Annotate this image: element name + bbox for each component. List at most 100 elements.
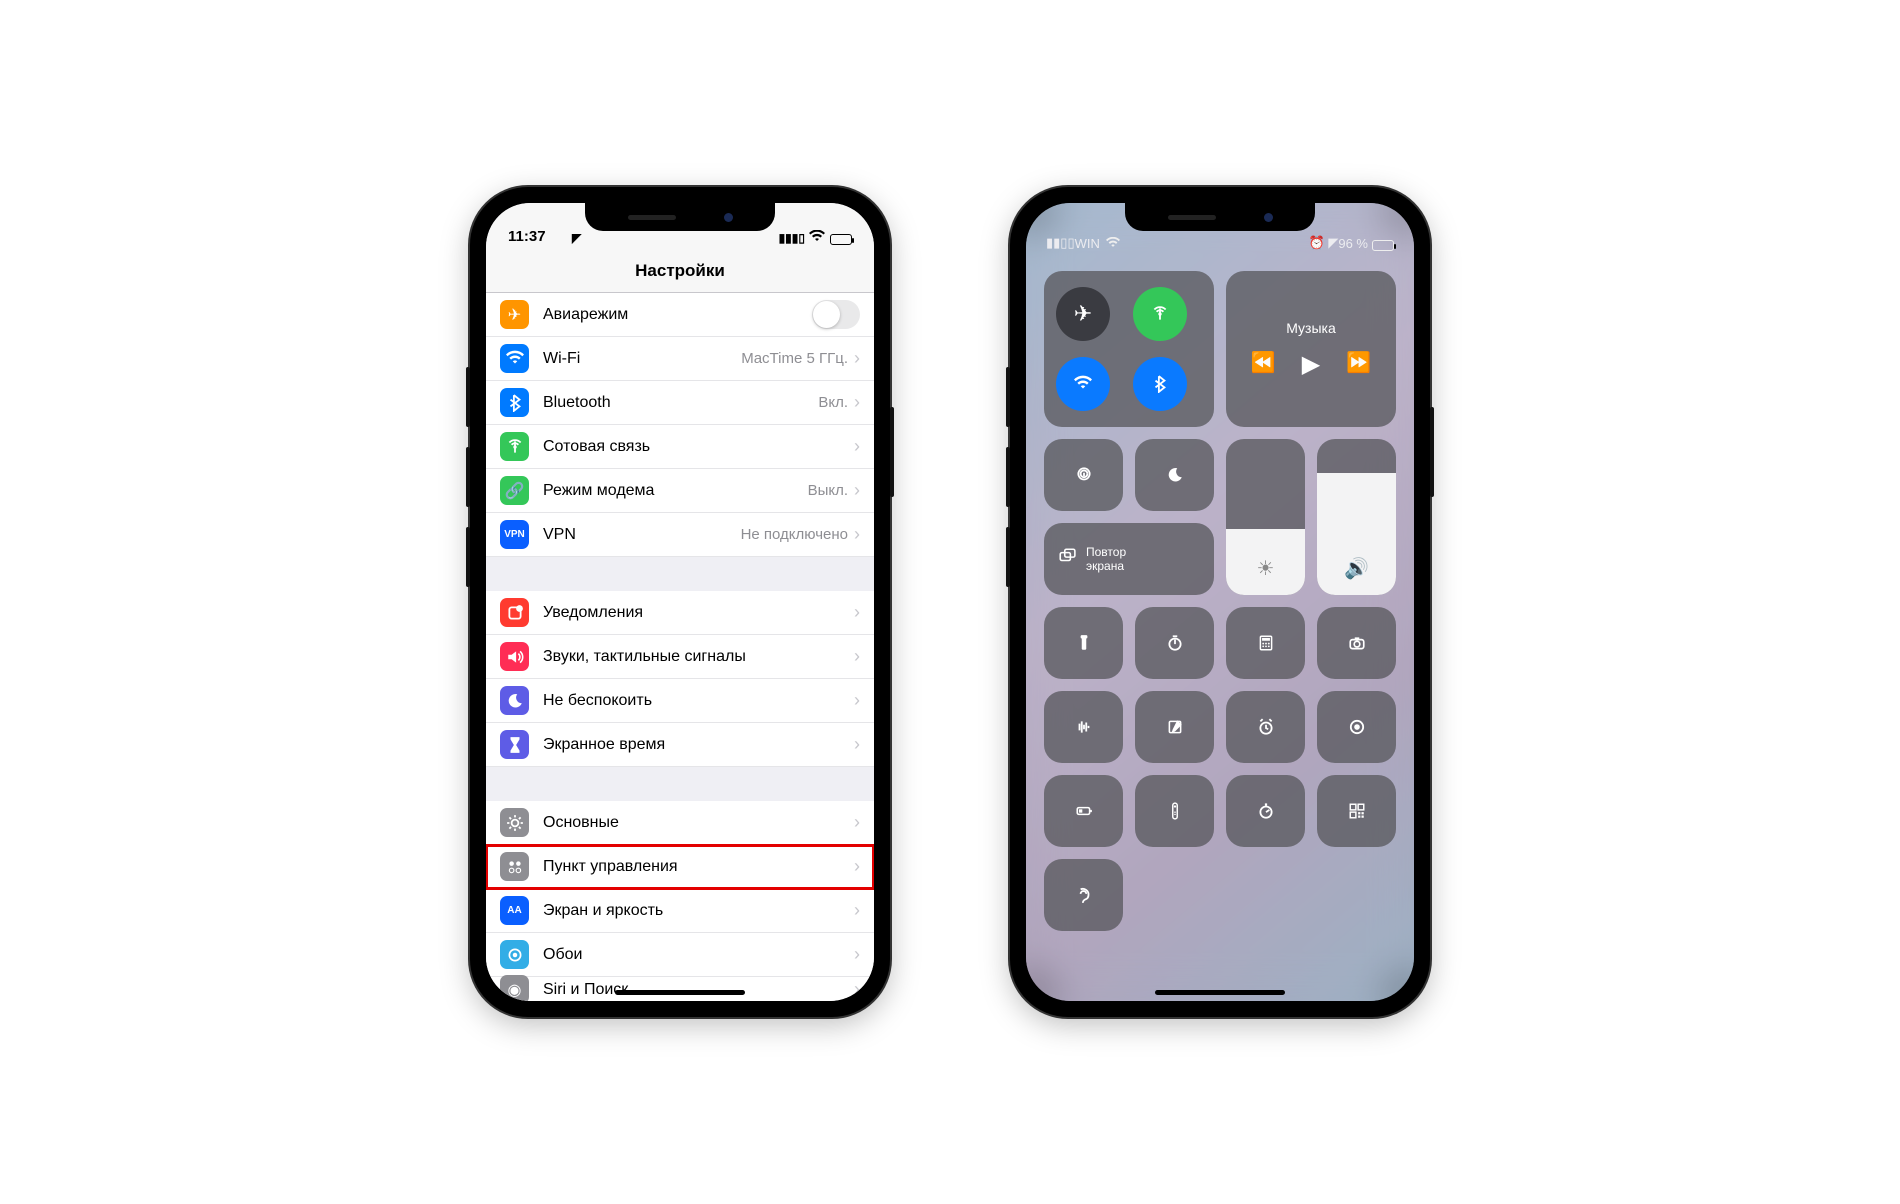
music-controls: ⏪ ▶ ⏩: [1251, 350, 1371, 379]
play-icon[interactable]: ▶: [1302, 350, 1320, 379]
connectivity-wifi-button[interactable]: [1056, 357, 1110, 411]
row-label: Звуки, тактильные сигналы: [543, 648, 854, 666]
mirror-label: Повтор экрана: [1086, 545, 1126, 574]
toggle-airplane[interactable]: [812, 300, 860, 329]
settings-row-bluetooth[interactable]: BluetoothВкл. ›: [486, 381, 874, 425]
bluetooth-icon: [500, 388, 529, 417]
home-indicator[interactable]: [1155, 990, 1285, 995]
apple-tv-remote-tile[interactable]: [1135, 775, 1214, 847]
brightness-slider[interactable]: ☀: [1226, 439, 1305, 595]
wifi-icon: [500, 344, 529, 373]
row-label: Bluetooth: [543, 394, 818, 412]
settings-row-wifi[interactable]: Wi-FiMacTime 5 ГГц.›: [486, 337, 874, 381]
chevron-right-icon: ›: [854, 812, 860, 833]
music-title: Музыка: [1286, 320, 1336, 336]
orientation-lock-tile[interactable]: [1044, 439, 1123, 511]
row-label: Wi-Fi: [543, 350, 741, 368]
chevron-right-icon: ›: [854, 734, 860, 755]
sounds-icon: [500, 642, 529, 671]
flashlight-tile[interactable]: [1044, 607, 1123, 679]
hotspot-icon: 🔗: [500, 476, 529, 505]
row-label: VPN: [543, 526, 741, 544]
do-not-disturb-tile[interactable]: [1135, 439, 1214, 511]
wallpaper-icon: [500, 940, 529, 969]
signal-icon: ▮▮▯▯: [1046, 235, 1075, 251]
settings-row-siri[interactable]: ◉Siri и Поиск›: [486, 977, 874, 1001]
wifi-status-icon: [809, 230, 825, 245]
chevron-right-icon: ›: [854, 979, 860, 1000]
control-center-grid: ✈ Музыка ⏪ ▶ ⏩ ☀ 🔊: [1026, 259, 1414, 607]
notes-tile[interactable]: [1135, 691, 1214, 763]
connectivity-airplane-button[interactable]: ✈: [1056, 287, 1110, 341]
settings-row-controlcenter[interactable]: Пункт управления›: [486, 845, 874, 889]
row-label: Режим модема: [543, 482, 808, 500]
camera-tile[interactable]: [1317, 607, 1396, 679]
mirror-icon: [1058, 547, 1076, 571]
row-value: Не подключено: [741, 526, 848, 543]
settings-row-general[interactable]: Основные›: [486, 801, 874, 845]
control-center-extra: [1026, 859, 1414, 943]
chevron-right-icon: ›: [854, 348, 860, 369]
siri-icon: ◉: [500, 975, 529, 1001]
volume-slider[interactable]: 🔊: [1317, 439, 1396, 595]
connectivity-cellular-button[interactable]: [1133, 287, 1187, 341]
control-center-screen: ▮▮▯▯ WIN ⏰ ◤ 96 % ✈ Музыка ⏪ ▶ ⏩: [1026, 203, 1414, 1001]
row-label: Не беспокоить: [543, 692, 854, 710]
row-label: Уведомления: [543, 604, 854, 622]
signal-icon: ▮▮▮▯: [779, 231, 805, 245]
phone-right: ▮▮▯▯ WIN ⏰ ◤ 96 % ✈ Музыка ⏪ ▶ ⏩: [1010, 187, 1430, 1017]
wifi-status-icon: [1106, 236, 1120, 251]
home-indicator[interactable]: [615, 990, 745, 995]
settings-list[interactable]: ✈АвиарежимWi-FiMacTime 5 ГГц.›BluetoothВ…: [486, 293, 874, 1001]
screen-record-tile[interactable]: [1317, 691, 1396, 763]
music-tile[interactable]: Музыка ⏪ ▶ ⏩: [1226, 271, 1396, 427]
chevron-right-icon: ›: [854, 602, 860, 623]
battery-text: 96 %: [1338, 236, 1368, 251]
volume-icon: 🔊: [1344, 556, 1369, 581]
row-label: Экран и яркость: [543, 902, 854, 920]
settings-row-dnd[interactable]: Не беспокоить›: [486, 679, 874, 723]
row-label: Экранное время: [543, 736, 854, 754]
control-center-small-tiles: [1026, 607, 1414, 859]
status-time: 11:37: [508, 228, 568, 245]
connectivity-tile: ✈: [1044, 271, 1214, 427]
prev-track-icon[interactable]: ⏪: [1251, 350, 1276, 379]
stopwatch-tile[interactable]: [1226, 775, 1305, 847]
settings-row-notifications[interactable]: Уведомления›: [486, 591, 874, 635]
notch: [585, 203, 775, 231]
settings-row-hotspot[interactable]: 🔗Режим модемаВыкл.›: [486, 469, 874, 513]
phone-left: 11:37 ◤ ▮▮▮▯ Настройки ✈ Авиарежим Wi-FiMa…: [470, 187, 890, 1017]
next-track-icon[interactable]: ⏩: [1346, 350, 1371, 379]
calculator-tile[interactable]: [1226, 607, 1305, 679]
location-icon: ◤: [572, 231, 581, 245]
screen-mirroring-tile[interactable]: Повтор экрана: [1044, 523, 1214, 595]
battery-icon: [830, 234, 852, 245]
low-power-tile[interactable]: [1044, 775, 1123, 847]
row-label: Обои: [543, 946, 854, 964]
page-title: Настройки: [635, 261, 725, 281]
settings-row-cellular[interactable]: Сотовая связь›: [486, 425, 874, 469]
chevron-right-icon: ›: [854, 944, 860, 965]
display-icon: AA: [500, 896, 529, 925]
hearing-tile[interactable]: [1044, 859, 1123, 931]
chevron-right-icon: ›: [854, 392, 860, 413]
settings-row-vpn[interactable]: VPNVPNНе подключено›: [486, 513, 874, 557]
settings-row-display[interactable]: AAЭкран и яркость›: [486, 889, 874, 933]
qr-scan-tile[interactable]: [1317, 775, 1396, 847]
general-icon: [500, 808, 529, 837]
voice-memo-tile[interactable]: [1044, 691, 1123, 763]
alarm-tile[interactable]: [1226, 691, 1305, 763]
settings-row-screentime[interactable]: Экранное время›: [486, 723, 874, 767]
carrier-label: WIN: [1075, 236, 1100, 251]
settings-row-airplane[interactable]: ✈ Авиарежим: [486, 293, 874, 337]
row-value: Вкл.: [818, 394, 848, 411]
row-label: Авиарежим: [543, 306, 812, 324]
cellular-icon: [500, 432, 529, 461]
settings-row-wallpaper[interactable]: Обои›: [486, 933, 874, 977]
timer-tile[interactable]: [1135, 607, 1214, 679]
row-value: Выкл.: [808, 482, 848, 499]
controlcenter-icon: [500, 852, 529, 881]
connectivity-bluetooth-button[interactable]: [1133, 357, 1187, 411]
settings-row-sounds[interactable]: Звуки, тактильные сигналы›: [486, 635, 874, 679]
airplane-icon: ✈: [500, 300, 529, 329]
